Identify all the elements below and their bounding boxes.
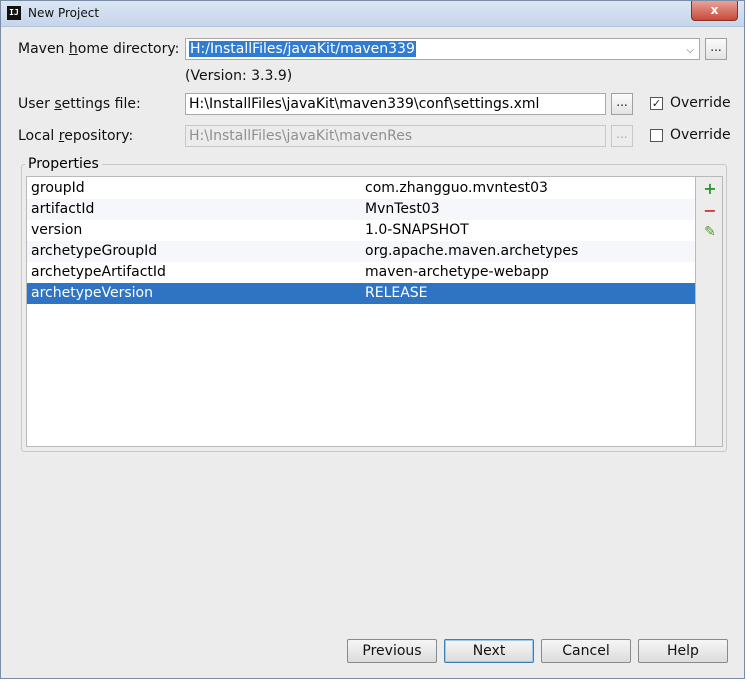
local-repo-override-checkbox[interactable]: [650, 129, 663, 142]
next-button[interactable]: Next: [444, 639, 534, 663]
new-project-dialog: IJ New Project x Maven home directory: H…: [0, 0, 745, 679]
chevron-down-icon[interactable]: ⌵: [686, 41, 694, 59]
properties-title: Properties: [25, 156, 102, 172]
previous-button[interactable]: Previous: [347, 639, 437, 663]
close-button[interactable]: x: [691, 1, 738, 21]
maven-home-label-mnemonic: h: [68, 41, 78, 57]
maven-home-combo[interactable]: H:/InstallFiles/javaKit/maven339 ⌵: [185, 38, 700, 60]
local-repo-input: H:\InstallFiles\javaKit\mavenRes: [185, 125, 606, 147]
window-title: New Project: [28, 6, 100, 20]
property-value: 1.0-SNAPSHOT: [365, 222, 469, 238]
user-settings-label-text: User: [18, 96, 55, 112]
property-value: MvnTest03: [365, 201, 440, 217]
property-row-archetypegroupid[interactable]: archetypeGroupId org.apache.maven.archet…: [27, 241, 695, 262]
maven-version-text: (Version: 3.3.9): [185, 68, 293, 84]
intellij-app-icon: IJ: [7, 6, 21, 20]
maven-home-value: H:/InstallFiles/javaKit/maven339: [189, 41, 416, 57]
remove-icon[interactable]: −: [702, 203, 718, 219]
local-repo-label-text: Local: [18, 128, 59, 144]
property-key: artifactId: [31, 201, 95, 217]
property-row-groupid[interactable]: groupId com.zhangguo.mvntest03: [27, 178, 695, 199]
local-repo-override-label[interactable]: Override: [670, 127, 731, 143]
maven-home-label-text-rest: ome directory:: [77, 41, 180, 57]
property-value: RELEASE: [365, 285, 428, 301]
property-value: maven-archetype-webapp: [365, 264, 549, 280]
user-settings-override-label[interactable]: Override: [670, 95, 731, 111]
maven-home-label-text: Maven: [18, 41, 69, 57]
user-settings-input[interactable]: H:\InstallFiles\javaKit\maven339\conf\se…: [185, 93, 606, 115]
local-repo-label-text-rest: epository:: [64, 128, 134, 144]
maven-home-browse-button[interactable]: ...: [705, 38, 727, 60]
property-row-archetypeversion[interactable]: archetypeVersion RELEASE: [27, 283, 695, 304]
property-row-archetypeartifactid[interactable]: archetypeArtifactId maven-archetype-weba…: [27, 262, 695, 283]
title-bar[interactable]: IJ New Project x: [1, 1, 744, 27]
property-key: archetypeVersion: [31, 285, 153, 301]
property-row-artifactid[interactable]: artifactId MvnTest03: [27, 199, 695, 220]
add-icon[interactable]: +: [702, 181, 718, 197]
property-row-version[interactable]: version 1.0-SNAPSHOT: [27, 220, 695, 241]
user-settings-override-checkbox[interactable]: ✓: [650, 97, 663, 110]
property-key: archetypeArtifactId: [31, 264, 166, 280]
user-settings-label: User settings file:: [18, 96, 141, 112]
local-repo-label: Local repository:: [18, 128, 133, 144]
user-settings-label-mnemonic: s: [54, 96, 62, 112]
property-value: com.zhangguo.mvntest03: [365, 180, 548, 196]
properties-table[interactable]: groupId com.zhangguo.mvntest03 artifactI…: [26, 176, 696, 447]
local-repo-browse-button: ...: [611, 125, 633, 147]
maven-home-label: Maven home directory:: [18, 41, 179, 57]
edit-icon[interactable]: ✎: [702, 224, 718, 240]
help-button[interactable]: Help: [638, 639, 728, 663]
user-settings-label-text-rest: ettings file:: [61, 96, 141, 112]
user-settings-browse-button[interactable]: ...: [611, 93, 633, 115]
property-value: org.apache.maven.archetypes: [365, 243, 579, 259]
properties-toolbar: + − ✎: [696, 176, 723, 447]
property-key: version: [31, 222, 83, 238]
cancel-button[interactable]: Cancel: [541, 639, 631, 663]
property-key: groupId: [31, 180, 85, 196]
property-key: archetypeGroupId: [31, 243, 158, 259]
